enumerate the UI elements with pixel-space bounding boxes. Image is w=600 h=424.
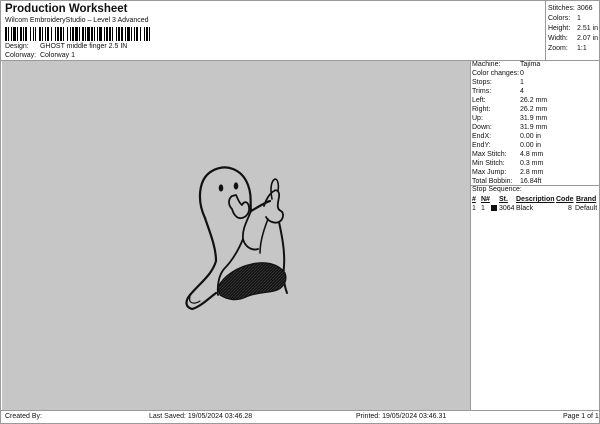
col-description: Description bbox=[516, 196, 555, 203]
software-subtitle: Wilcom EmbroideryStudio – Level 3 Advanc… bbox=[5, 17, 149, 24]
colorway-row: Colorway: Colorway 1 bbox=[5, 52, 75, 59]
machine-value: 0.00 in bbox=[520, 133, 542, 140]
machine-label: Max Jump: bbox=[472, 169, 507, 176]
barcode-bar bbox=[150, 27, 152, 41]
machine-row: Up: 31.9 mm bbox=[472, 114, 547, 123]
machine-value: 4 bbox=[520, 88, 524, 95]
machine-label: Up: bbox=[472, 115, 483, 122]
machine-row: Min Stitch: 0.3 mm bbox=[472, 159, 547, 168]
machine-value: 2.8 mm bbox=[520, 169, 544, 176]
machine-row: Max Stitch: 4.8 mm bbox=[472, 150, 547, 159]
machine-row: Color changes:0 bbox=[472, 69, 547, 78]
machine-value: 4.8 mm bbox=[520, 151, 544, 158]
col-stitches: St. bbox=[499, 196, 508, 203]
machine-label: Stops: bbox=[472, 79, 492, 86]
machine-value: 16.84ft bbox=[520, 178, 542, 185]
machine-value: 26.2 mm bbox=[520, 97, 548, 104]
machine-value: 0.00 in bbox=[520, 142, 542, 149]
footer-divider bbox=[1, 410, 600, 411]
col-needle: N# bbox=[481, 196, 490, 203]
created-by: Created By: bbox=[5, 413, 42, 420]
machine-row: Max Jump: 2.8 mm bbox=[472, 168, 547, 177]
col-code: Code bbox=[556, 196, 574, 203]
ghost-embroidery-image bbox=[185, 166, 288, 311]
machine-label: Trims: bbox=[472, 88, 492, 95]
machine-row: Stops: 1 bbox=[472, 78, 547, 87]
machine-label: Max Stitch: bbox=[472, 151, 507, 158]
printed-date: Printed: 19/05/2024 03:46.31 bbox=[356, 413, 447, 420]
machine-label: Down: bbox=[472, 124, 492, 131]
machine-label: EndY: bbox=[472, 142, 491, 149]
colorway-value: Colorway 1 bbox=[39, 52, 75, 59]
machine-value: 31.9 mm bbox=[520, 115, 548, 122]
page-number: Page 1 of 1 bbox=[563, 413, 599, 420]
machine-row: EndX: 0.00 in bbox=[472, 132, 547, 141]
machine-label: Left: bbox=[472, 97, 486, 104]
machine-value: 0 bbox=[520, 70, 524, 77]
col-brand: Brand bbox=[576, 196, 597, 203]
design-label: Design: bbox=[5, 43, 29, 50]
design-value: GHOST middle finger 2.5 IN bbox=[39, 43, 128, 50]
machine-value: Tajima bbox=[520, 61, 541, 68]
design-row: Design: GHOST middle finger 2.5 IN bbox=[5, 43, 127, 50]
machine-row: Machine: Tajima bbox=[472, 60, 547, 69]
table-header: # N# St. Description Code Brand bbox=[472, 195, 598, 204]
machine-label: Color changes: bbox=[472, 70, 520, 77]
machine-row: Trims: 4 bbox=[472, 87, 547, 96]
machine-info-panel: Machine: Tajima Color changes:0 Stops: 1 Trim… bbox=[472, 60, 547, 186]
stop-sequence-table: # N# St. Description Code Brand 1 1 3064… bbox=[472, 195, 598, 213]
machine-label: Right: bbox=[472, 106, 491, 113]
stop-sequence-title: Stop Sequence: bbox=[472, 186, 522, 193]
machine-value: 1 bbox=[520, 79, 524, 86]
panel-divider bbox=[470, 60, 471, 410]
machine-label: EndX: bbox=[472, 133, 492, 140]
summary-row: Height: 2.51 in bbox=[548, 25, 599, 32]
summary-row: Zoom: 1:1 bbox=[548, 45, 587, 52]
col-num: # bbox=[472, 196, 476, 203]
machine-label: Min Stitch: bbox=[472, 160, 505, 167]
worksheet-page: Production Worksheet Wilcom EmbroiderySt… bbox=[0, 0, 600, 424]
machine-row: Down: 31.9 mm bbox=[472, 123, 547, 132]
machine-row: Left: 26.2 mm bbox=[472, 96, 547, 105]
design-barcode bbox=[5, 27, 202, 41]
summary-row: Width: 2.07 in bbox=[548, 35, 599, 42]
machine-row: Right: 26.2 mm bbox=[472, 105, 547, 114]
machine-row: EndY: 0.00 in bbox=[472, 141, 547, 150]
colorway-label: Colorway: bbox=[5, 52, 37, 59]
summary-row: Colors: 1 bbox=[548, 15, 581, 22]
summary-panel: Stitches: 3066 Colors: 1 Height: 2.51 in Wi… bbox=[548, 4, 598, 54]
page-title: Production Worksheet bbox=[5, 3, 128, 15]
machine-value: 26.2 mm bbox=[520, 106, 548, 113]
thread-color-swatch bbox=[491, 205, 497, 211]
design-preview bbox=[2, 61, 470, 410]
summary-divider bbox=[545, 1, 546, 60]
machine-label: Machine: bbox=[472, 61, 501, 68]
machine-value: 31.9 mm bbox=[520, 124, 548, 131]
machine-value: 0.3 mm bbox=[520, 160, 544, 167]
table-row: 1 1 3064 Black 8 Default bbox=[472, 205, 598, 212]
summary-row: Stitches: 3066 bbox=[548, 5, 593, 12]
last-saved: Last Saved: 19/05/2024 03:46.28 bbox=[149, 413, 253, 420]
